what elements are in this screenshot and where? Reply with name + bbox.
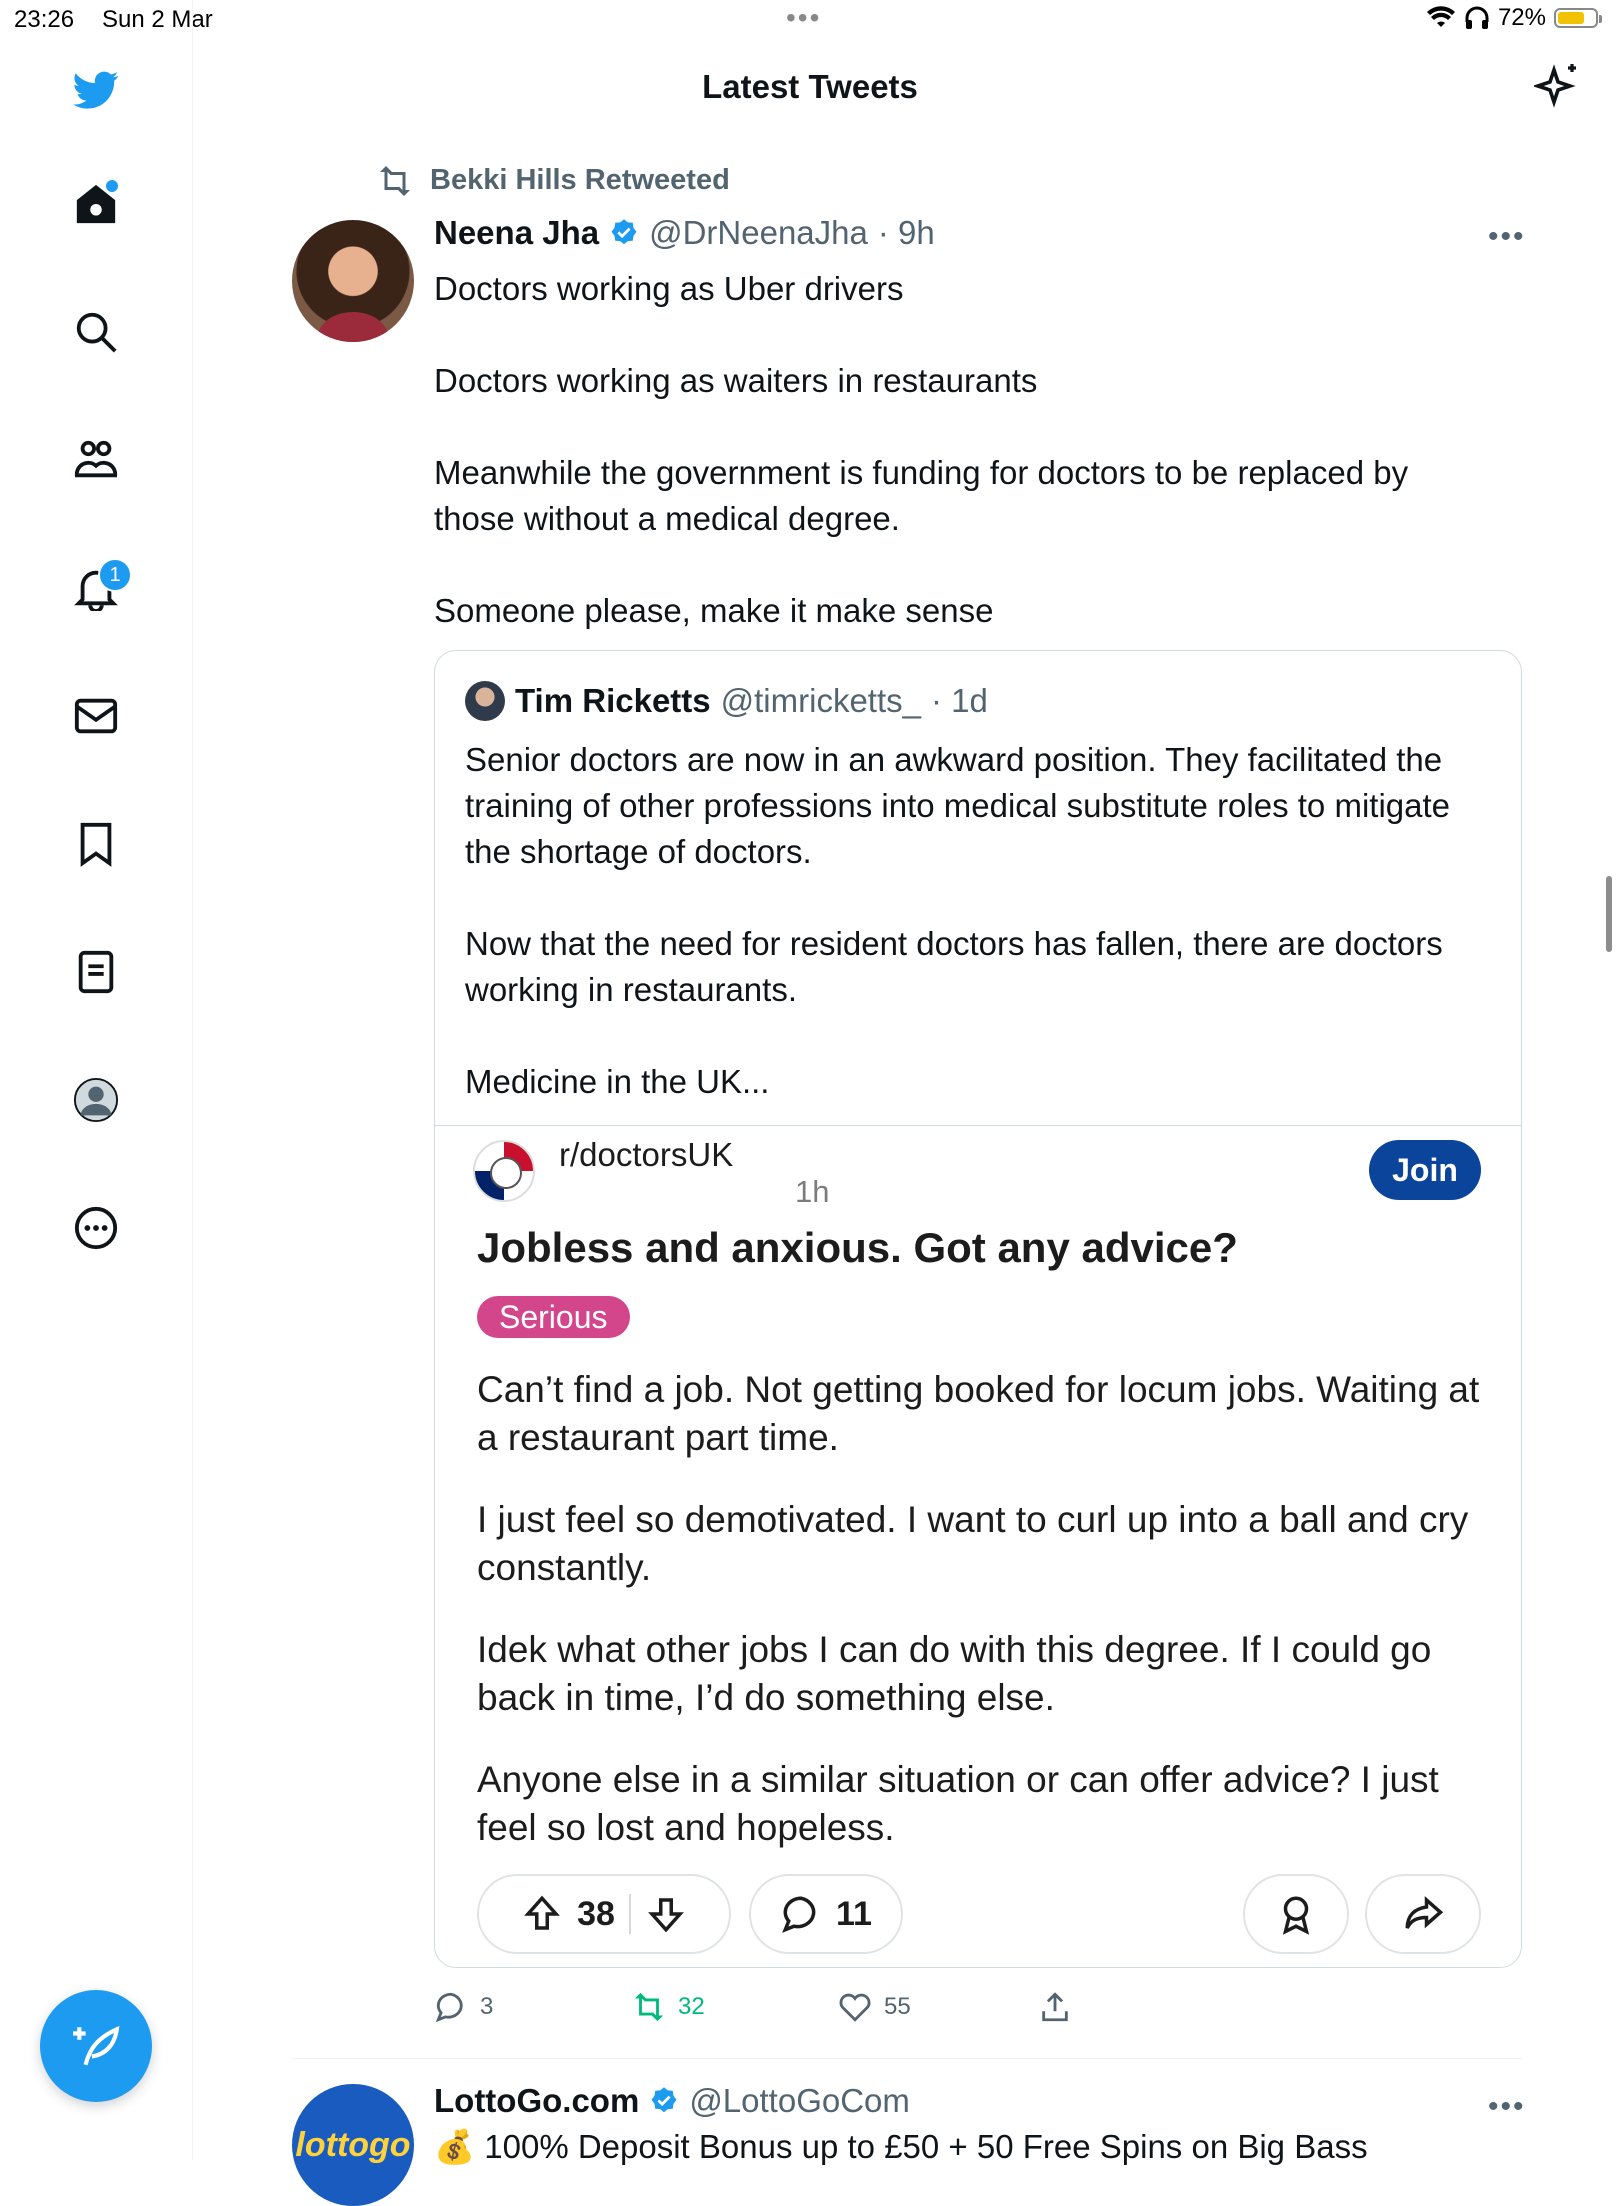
tweet-paragraph: Doctors working as Uber drivers xyxy=(434,270,904,307)
tweet2-author-line: LottoGo.com @LottoGoCom xyxy=(434,2082,910,2120)
home-unread-dot xyxy=(106,180,118,192)
share-arrow-icon xyxy=(1405,1896,1444,1929)
award-icon xyxy=(1282,1896,1310,1935)
author-avatar[interactable] xyxy=(292,220,414,342)
reddit-post-title: Jobless and anxious. Got any advice? xyxy=(477,1224,1238,1271)
status-right: 72% xyxy=(1426,4,1602,32)
bookmark-icon[interactable] xyxy=(68,816,124,872)
profile-avatar-icon[interactable] xyxy=(68,1072,124,1128)
quoted-tweet-card[interactable]: Tim Ricketts @timricketts_ · 1d Senior d… xyxy=(434,650,1522,1968)
author-handle[interactable]: @DrNeenaJha xyxy=(649,214,868,252)
more-options-icon[interactable] xyxy=(68,1200,124,1256)
tweet-more-icon[interactable]: ••• xyxy=(1488,220,1526,254)
tweet2-text: 💰 100% Deposit Bonus up to £50 + 50 Free… xyxy=(434,2128,1368,2165)
comment-count: 11 xyxy=(836,1894,872,1933)
quoted-paragraph: Medicine in the UK... xyxy=(465,1063,770,1100)
reply-icon xyxy=(435,1992,463,2023)
quoted-author-handle: @timricketts_ xyxy=(720,682,921,719)
reddit-post-image: r/doctorsUK 1h Join Jobless and anxious.… xyxy=(435,1126,1521,1967)
reddit-award-pill xyxy=(1243,1874,1349,1954)
tweet-author-line: Neena Jha @DrNeenaJha · 9h xyxy=(434,214,935,252)
reply-button[interactable]: 3 xyxy=(434,1990,493,2024)
like-button[interactable]: 55 xyxy=(838,1990,911,2024)
retweeted-by-text: Bekki Hills Retweeted xyxy=(430,164,730,196)
reddit-post-body: Can’t find a job. Not getting booked for… xyxy=(477,1366,1487,1886)
verified-badge-icon xyxy=(651,2087,677,2113)
quoted-paragraph: Senior doctors are now in an awkward pos… xyxy=(465,741,1451,870)
quoted-tweet-time: · 1d xyxy=(931,682,988,719)
reddit-paragraph: Can’t find a job. Not getting booked for… xyxy=(477,1369,1480,1458)
heart-icon xyxy=(839,1993,871,2022)
like-count: 55 xyxy=(884,1993,911,2020)
reddit-paragraph: Anyone else in a similar situation or ca… xyxy=(477,1759,1439,1848)
tweet-paragraph: Doctors working as waiters in restaurant… xyxy=(434,362,1038,399)
downvote-arrow-icon xyxy=(648,1898,684,1933)
retweet-context[interactable]: Bekki Hills Retweeted xyxy=(376,164,730,197)
headphones-icon xyxy=(1465,6,1489,29)
communities-icon[interactable] xyxy=(68,432,124,488)
tweet-paragraph: Meanwhile the government is funding for … xyxy=(434,454,1409,537)
sparkle-icon[interactable] xyxy=(1532,62,1582,110)
tweet2-more-icon[interactable]: ••• xyxy=(1488,2090,1526,2124)
reddit-join-button: Join xyxy=(1369,1140,1481,1200)
reddit-paragraph: Idek what other jobs I can do with this … xyxy=(477,1629,1432,1718)
reply-count: 3 xyxy=(480,1993,494,2020)
share-button[interactable] xyxy=(1038,1990,1072,2024)
quoted-paragraph: Now that the need for resident doctors h… xyxy=(465,925,1443,1008)
notifications-bell-icon[interactable]: 1 xyxy=(68,558,132,616)
subreddit-name: r/doctorsUK xyxy=(559,1136,734,1173)
scrollbar[interactable] xyxy=(1606,876,1612,952)
feather-plus-icon xyxy=(73,2025,120,2066)
retweet-icon xyxy=(634,1992,664,2022)
reddit-flair: Serious xyxy=(477,1296,630,1338)
quoted-author-line: Tim Ricketts @timricketts_ · 1d xyxy=(465,681,988,721)
upvote-arrow-icon xyxy=(524,1895,560,1930)
tweet-paragraph: Someone please, make it make sense xyxy=(434,592,994,629)
sidebar: 1 xyxy=(0,0,193,2160)
tweet-text: Doctors working as Uber drivers Doctors … xyxy=(434,266,1494,634)
retweet-icon xyxy=(380,165,410,196)
verified-badge-icon xyxy=(611,219,637,245)
tweet2-handle[interactable]: @LottoGoCom xyxy=(689,2082,910,2120)
quoted-author-avatar xyxy=(465,681,505,721)
comment-bubble-icon xyxy=(782,1896,816,1933)
reddit-paragraph: I just feel so demotivated. I want to cu… xyxy=(477,1499,1469,1588)
share-upload-icon xyxy=(1042,1992,1068,2022)
battery-icon xyxy=(1554,8,1602,28)
subreddit-icon xyxy=(473,1140,535,1202)
status-bar: 23:26 Sun 2 Mar ••• 72% xyxy=(0,0,1620,40)
tweet-separator xyxy=(292,2058,1522,2059)
lists-icon[interactable] xyxy=(68,944,124,1000)
reddit-post-time: 1h xyxy=(795,1174,830,1209)
reddit-share-pill xyxy=(1365,1874,1481,1954)
tweet-actions: 3 32 55 xyxy=(434,1990,1534,2040)
tweet2-author-name[interactable]: LottoGo.com xyxy=(434,2082,639,2120)
lottogo-avatar[interactable]: lottogo xyxy=(292,2084,414,2206)
reddit-vote-pill: 38 xyxy=(477,1874,731,1954)
page-title: Latest Tweets xyxy=(702,68,918,105)
quoted-author-name: Tim Ricketts xyxy=(515,682,711,719)
wifi-icon xyxy=(1426,6,1455,27)
compose-tweet-button[interactable] xyxy=(40,1990,152,2102)
retweet-count: 32 xyxy=(678,1993,705,2020)
notification-badge: 1 xyxy=(98,558,132,592)
battery-percent: 72% xyxy=(1497,4,1546,31)
messages-icon[interactable] xyxy=(68,688,124,744)
quoted-tweet-text: Senior doctors are now in an awkward pos… xyxy=(465,737,1495,1105)
home-icon[interactable] xyxy=(68,176,124,232)
author-name[interactable]: Neena Jha xyxy=(434,214,599,252)
retweet-button[interactable]: 32 xyxy=(632,1990,705,2024)
vote-separator xyxy=(628,1894,631,1934)
search-icon[interactable] xyxy=(68,304,124,360)
upvote-count: 38 xyxy=(577,1894,615,1933)
tweet-time[interactable]: · 9h xyxy=(878,214,935,252)
multitasking-dots-icon[interactable]: ••• xyxy=(786,2,821,34)
reddit-comments-pill: 11 xyxy=(749,1874,903,1954)
